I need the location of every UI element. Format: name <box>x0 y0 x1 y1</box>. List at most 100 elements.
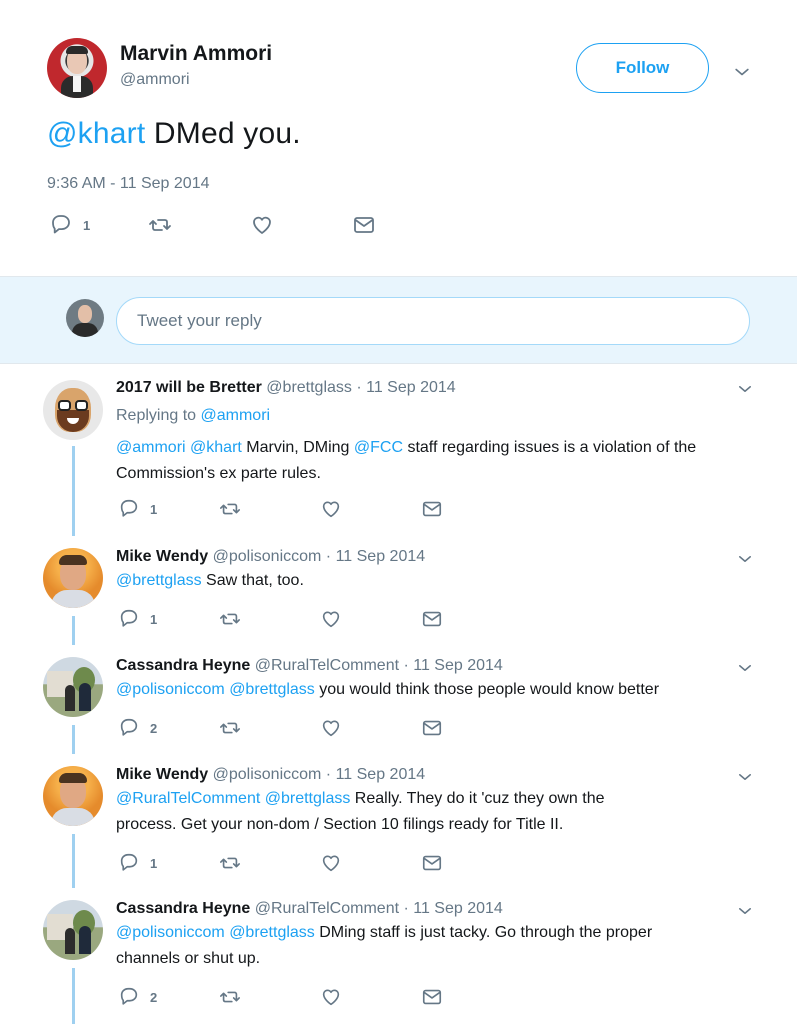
like-action[interactable] <box>320 852 342 874</box>
reply-text: @RuralTelComment @brettglass Really. The… <box>116 786 756 838</box>
retweet-action[interactable] <box>219 986 241 1008</box>
reply-avatar[interactable] <box>43 900 103 960</box>
mention-link[interactable]: @brettglass <box>229 924 315 941</box>
mention-link[interactable]: @ammori <box>201 407 271 424</box>
replying-prefix: Replying to <box>116 407 201 424</box>
mention-link[interactable]: @polisoniccom <box>116 924 225 941</box>
main-tweet: Marvin Ammori @ammori Follow @khart DMed… <box>0 0 797 276</box>
reply-text-part: you would think those people would know … <box>314 681 660 698</box>
reply-handle-date[interactable]: @RuralTelComment · 11 Sep 2014 <box>255 900 503 917</box>
reply-header: Cassandra Heyne @RuralTelComment · 11 Se… <box>116 900 503 918</box>
retweet-action[interactable] <box>148 213 172 237</box>
reply-avatar[interactable] <box>43 548 103 608</box>
reply-count: 1 <box>83 217 91 233</box>
reply-handle-date[interactable]: @polisoniccom · 11 Sep 2014 <box>213 548 426 565</box>
reply-author-name[interactable]: 2017 will be Bretter <box>116 379 262 396</box>
reply-header: Mike Wendy @polisoniccom · 11 Sep 2014 <box>116 548 425 566</box>
follow-button[interactable]: Follow <box>576 43 709 93</box>
reply-header: 2017 will be Bretter @brettglass · 11 Se… <box>116 379 456 397</box>
author-avatar[interactable] <box>47 38 107 98</box>
mention-link[interactable]: @brettglass <box>116 572 202 589</box>
dm-action[interactable] <box>421 852 443 874</box>
reply-text: @brettglass Saw that, too. <box>116 568 756 594</box>
tweet-text: @khart DMed you. <box>47 117 301 151</box>
mention-link[interactable]: @khart <box>47 117 145 150</box>
mention-link[interactable]: @FCC <box>354 439 403 456</box>
mention-link[interactable]: @brettglass <box>229 681 315 698</box>
thread-line <box>72 968 75 1024</box>
author-handle[interactable]: @ammori <box>120 71 190 89</box>
dm-icon <box>422 720 442 736</box>
reply-handle-date[interactable]: @RuralTelComment · 11 Sep 2014 <box>255 657 503 674</box>
dm-icon <box>354 217 374 233</box>
author-name[interactable]: Marvin Ammori <box>120 42 272 66</box>
reply-action[interactable]: 2 <box>118 986 157 1008</box>
current-user-avatar <box>66 299 104 337</box>
like-action[interactable] <box>320 608 342 630</box>
reply-text: @polisoniccom @brettglass DMing staff is… <box>116 920 756 972</box>
like-icon <box>322 989 340 1006</box>
like-icon <box>322 501 340 518</box>
reply-avatar[interactable] <box>43 766 103 826</box>
timestamp[interactable]: 9:36 AM - 11 Sep 2014 <box>47 175 209 193</box>
mention-link[interactable]: @polisoniccom <box>116 681 225 698</box>
reply-action[interactable]: 1 <box>118 498 157 520</box>
reply-tweet: Mike Wendy @polisoniccom · 11 Sep 2014 @… <box>0 536 797 645</box>
reply-text-part: Saw that, too. <box>201 572 304 589</box>
dm-action[interactable] <box>352 213 376 237</box>
reply-count: 2 <box>150 720 158 736</box>
reply-action[interactable]: 1 <box>49 213 90 237</box>
reply-author-name[interactable]: Mike Wendy <box>116 548 208 565</box>
retweet-action[interactable] <box>219 717 241 739</box>
dm-action[interactable] <box>421 986 443 1008</box>
retweet-icon <box>220 991 240 1003</box>
thread-line <box>72 616 75 645</box>
retweet-action[interactable] <box>219 608 241 630</box>
reply-author-name[interactable]: Cassandra Heyne <box>116 657 250 674</box>
dm-action[interactable] <box>421 498 443 520</box>
mention-link[interactable]: @ammori <box>116 439 186 456</box>
reply-action[interactable]: 2 <box>118 717 157 739</box>
reply-text-line: process. Get your non-dom / Section 10 f… <box>116 816 564 833</box>
mention-link[interactable]: @brettglass <box>265 790 351 807</box>
dm-action[interactable] <box>421 608 443 630</box>
retweet-action[interactable] <box>219 498 241 520</box>
reply-action[interactable]: 1 <box>118 852 157 874</box>
reply-icon <box>120 499 138 517</box>
reply-tweet: Mike Wendy @polisoniccom · 11 Sep 2014 @… <box>0 754 797 888</box>
like-action[interactable] <box>250 213 274 237</box>
reply-count: 1 <box>150 611 158 627</box>
thread-line <box>72 834 75 888</box>
chevron-down-icon[interactable] <box>732 62 752 87</box>
reply-action[interactable]: 1 <box>118 608 157 630</box>
dm-icon <box>422 501 442 517</box>
reply-composer <box>0 276 797 364</box>
reply-author-name[interactable]: Mike Wendy <box>116 766 208 783</box>
reply-avatar[interactable] <box>43 657 103 717</box>
like-action[interactable] <box>320 498 342 520</box>
like-icon <box>253 216 271 234</box>
retweet-icon <box>220 722 240 734</box>
reply-tweet: 2017 will be Bretter @brettglass · 11 Se… <box>0 366 797 536</box>
mention-link[interactable]: @RuralTelComment <box>116 790 260 807</box>
like-action[interactable] <box>320 986 342 1008</box>
reply-handle-date[interactable]: @polisoniccom · 11 Sep 2014 <box>213 766 426 783</box>
reply-input[interactable] <box>116 297 750 345</box>
reply-icon <box>120 718 138 736</box>
like-action[interactable] <box>320 717 342 739</box>
reply-tweet: Cassandra Heyne @RuralTelComment · 11 Se… <box>0 645 797 754</box>
retweet-action[interactable] <box>219 852 241 874</box>
mention-link[interactable]: @khart <box>190 439 242 456</box>
reply-text-part: Really. They do it 'cuz they own the <box>350 790 605 807</box>
dm-icon <box>422 855 442 871</box>
thread-line <box>72 725 75 754</box>
dm-action[interactable] <box>421 717 443 739</box>
reply-author-name[interactable]: Cassandra Heyne <box>116 900 250 917</box>
reply-text-part: DMing staff is just tacky. Go through th… <box>314 924 653 941</box>
chevron-down-icon[interactable] <box>736 380 754 403</box>
retweet-icon <box>220 857 240 869</box>
reply-handle-date[interactable]: @brettglass · 11 Sep 2014 <box>266 379 455 396</box>
reply-icon <box>120 987 138 1005</box>
like-icon <box>322 720 340 737</box>
reply-avatar[interactable] <box>43 380 103 440</box>
